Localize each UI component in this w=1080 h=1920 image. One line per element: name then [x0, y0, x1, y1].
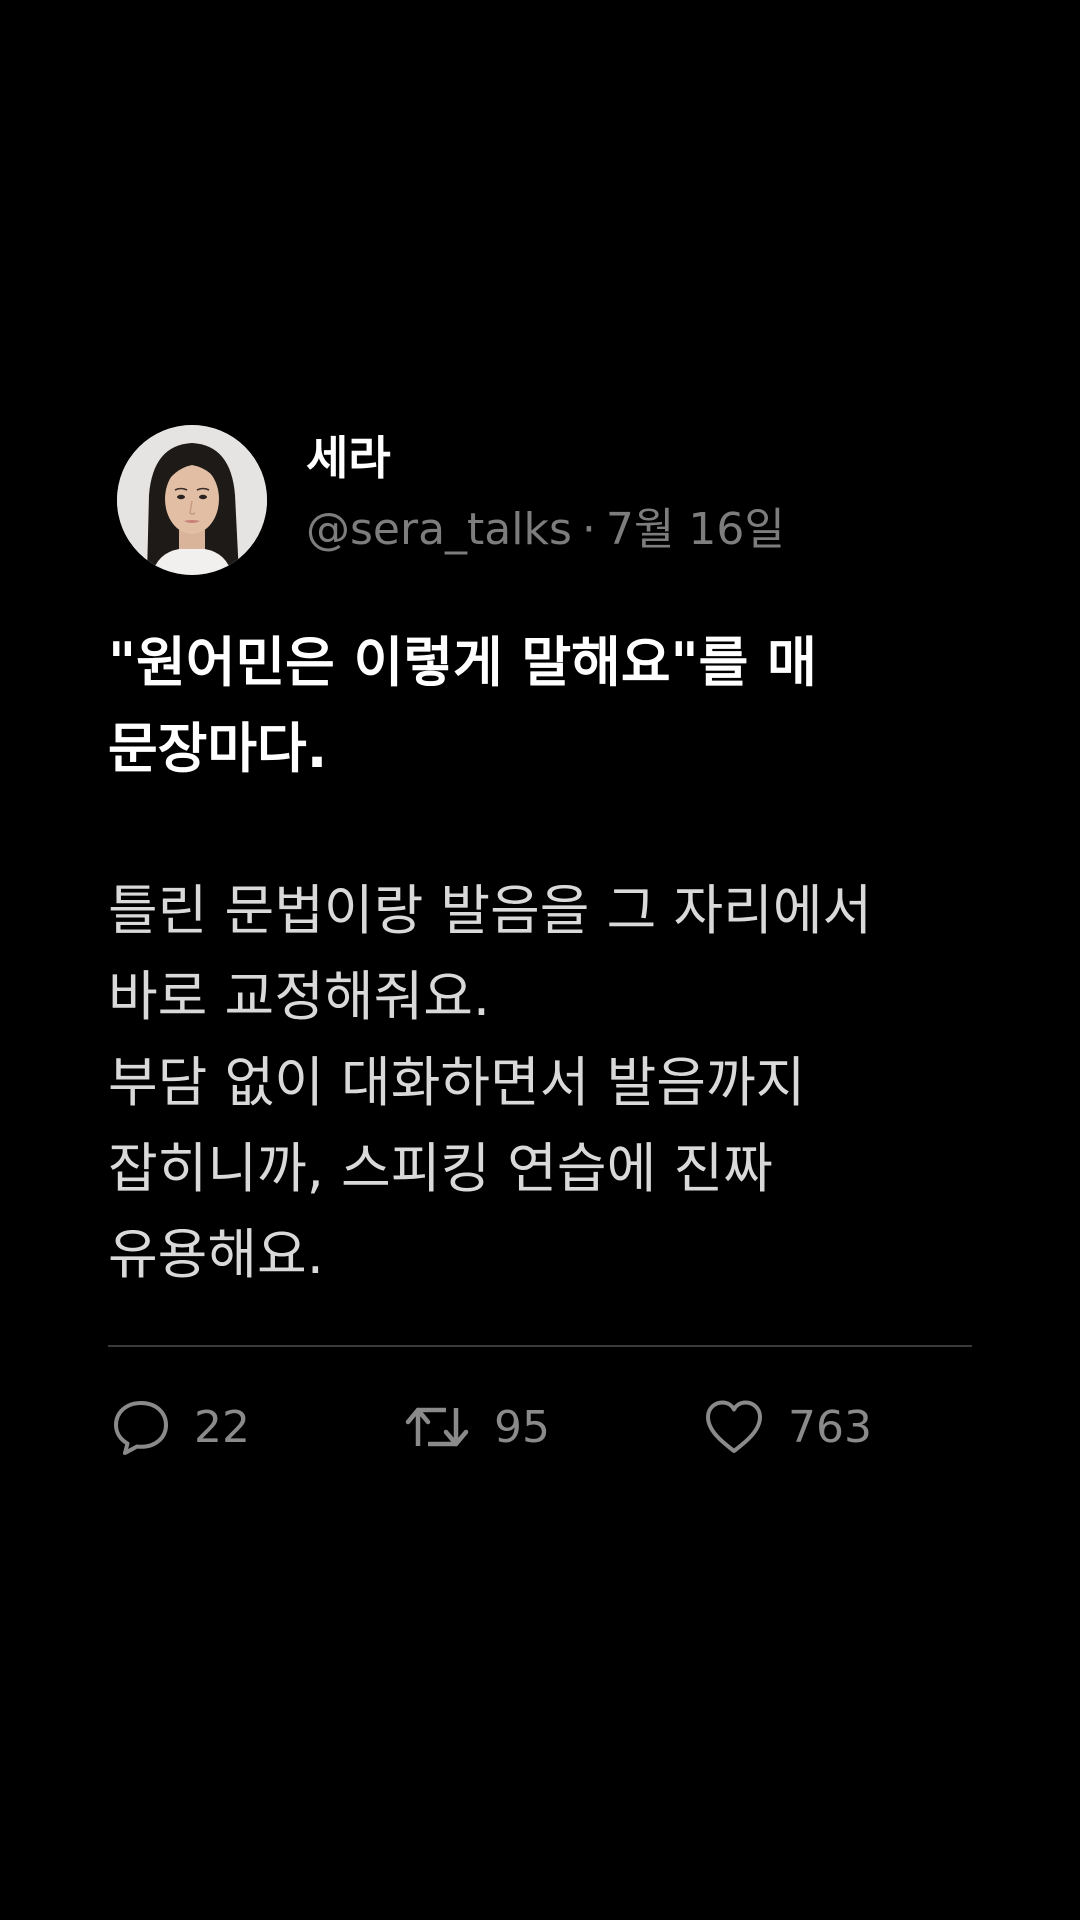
body-line: 유용해요. [108, 1223, 324, 1286]
retweet-button[interactable]: 95 [402, 1395, 550, 1459]
post-card: 세라 @sera_talks · 7월 16일 "원어민은 이렇게 말해요"를 매 … [0, 0, 1080, 1920]
headline-line: 문장마다. [108, 717, 328, 780]
body-line: 바로 교정해줘요. [108, 965, 491, 1028]
display-name[interactable]: 세라 [306, 428, 391, 488]
heart-icon [706, 1400, 762, 1453]
body-line: 부담 없이 대화하면서 발음까지 [108, 1051, 806, 1114]
post-date[interactable]: 7월 16일 [606, 504, 785, 555]
post-headline: "원어민은 이렇게 말해요"를 매 문장마다. [108, 620, 988, 792]
body-line: 틀린 문법이랑 발음을 그 자리에서 [108, 879, 873, 942]
retweet-count: 95 [494, 1401, 550, 1453]
profile-photo-icon [117, 425, 267, 575]
user-handle[interactable]: @sera_talks [306, 504, 572, 555]
like-count: 763 [788, 1401, 872, 1453]
meta-separator: · [581, 504, 596, 555]
avatar[interactable] [117, 425, 267, 575]
reply-button[interactable]: 22 [110, 1395, 250, 1459]
body-line: 잡히니까, 스피킹 연습에 진짜 [108, 1137, 773, 1200]
retweet-icon [405, 1407, 469, 1447]
reply-bubble-icon [114, 1401, 168, 1455]
divider [108, 1345, 972, 1347]
post-body: 틀린 문법이랑 발음을 그 자리에서 바로 교정해줘요. 부담 없이 대화하면서… [108, 868, 1008, 1298]
headline-line: "원어민은 이렇게 말해요"를 매 [108, 631, 817, 694]
like-button[interactable]: 763 [702, 1395, 872, 1459]
post-meta: @sera_talks · 7월 16일 [306, 500, 785, 560]
reply-count: 22 [194, 1401, 250, 1453]
